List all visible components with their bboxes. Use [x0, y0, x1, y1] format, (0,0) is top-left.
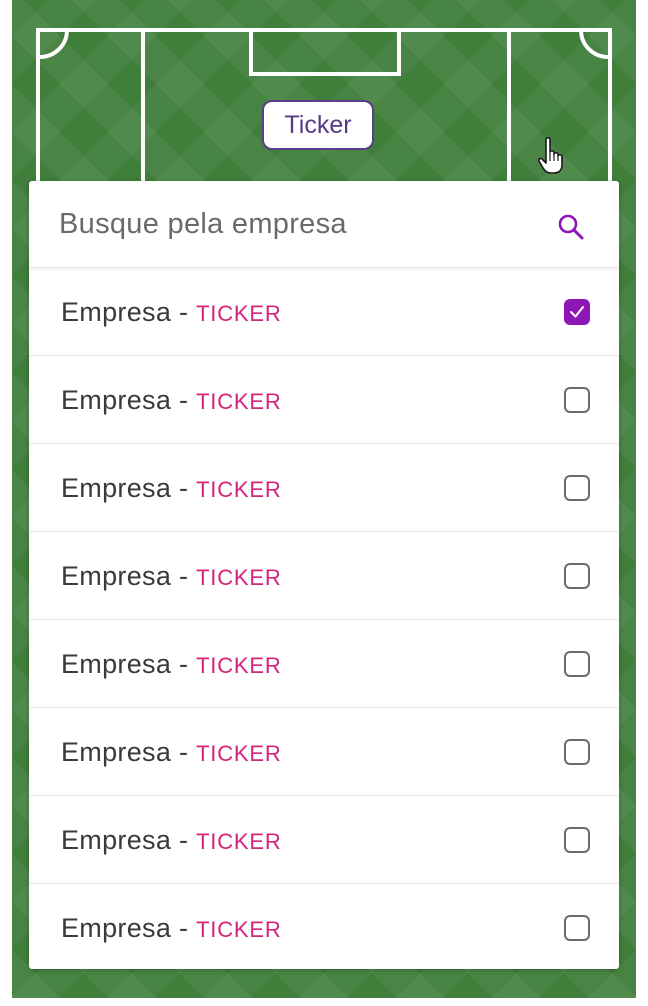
company-label: Empresa - TICKER — [61, 532, 282, 622]
checkmark-icon — [570, 306, 584, 318]
company-separator: - — [178, 297, 189, 327]
company-list-item[interactable]: Empresa - TICKER — [29, 532, 619, 620]
ticker-chip[interactable]: Ticker — [262, 100, 374, 150]
company-label: Empresa - TICKER — [61, 268, 282, 358]
company-name: Empresa — [61, 385, 172, 415]
company-picker-panel: Empresa - TICKEREmpresa - TICKEREmpresa … — [29, 181, 619, 969]
hand-pointer-cursor — [538, 137, 563, 174]
company-name: Empresa — [61, 473, 172, 503]
company-list-item[interactable]: Empresa - TICKER — [29, 620, 619, 708]
company-ticker: TICKER — [196, 301, 282, 326]
checkbox[interactable] — [564, 827, 590, 853]
company-ticker: TICKER — [196, 829, 282, 854]
company-label: Empresa - TICKER — [61, 884, 282, 969]
company-ticker: TICKER — [196, 477, 282, 502]
company-list-item[interactable]: Empresa - TICKER — [29, 884, 619, 969]
checkbox[interactable] — [564, 651, 590, 677]
checkbox-checked[interactable] — [564, 299, 590, 325]
company-list-item[interactable]: Empresa - TICKER — [29, 444, 619, 532]
company-name: Empresa — [61, 737, 172, 767]
checkbox[interactable] — [564, 387, 590, 413]
company-name: Empresa — [61, 561, 172, 591]
company-list: Empresa - TICKER Empresa - TICKER Empresa … — [29, 268, 619, 969]
company-separator: - — [178, 825, 189, 855]
company-list-item[interactable]: Empresa - TICKER — [29, 268, 619, 356]
company-ticker: TICKER — [196, 653, 282, 678]
company-ticker: TICKER — [196, 565, 282, 590]
company-separator: - — [178, 649, 189, 679]
company-separator: - — [178, 561, 189, 591]
company-list-item[interactable]: Empresa - TICKER — [29, 796, 619, 884]
company-separator: - — [178, 473, 189, 503]
checkbox[interactable] — [564, 563, 590, 589]
company-label: Empresa - TICKER — [61, 444, 282, 534]
company-label: Empresa - TICKER — [61, 620, 282, 710]
company-label: Empresa - TICKER — [61, 796, 282, 886]
company-list-item[interactable]: Empresa - TICKER — [29, 356, 619, 444]
company-name: Empresa — [61, 649, 172, 679]
company-ticker: TICKER — [196, 741, 282, 766]
company-list-item[interactable]: Empresa - TICKER — [29, 708, 619, 796]
company-name: Empresa — [61, 913, 172, 943]
company-separator: - — [178, 737, 189, 767]
company-ticker: TICKER — [196, 917, 282, 942]
checkbox[interactable] — [564, 915, 590, 941]
checkbox[interactable] — [564, 475, 590, 501]
search-icon[interactable] — [557, 213, 585, 246]
search-input[interactable] — [59, 181, 529, 267]
company-label: Empresa - TICKER — [61, 708, 282, 798]
company-separator: - — [178, 913, 189, 943]
checkbox[interactable] — [564, 739, 590, 765]
company-name: Empresa — [61, 297, 172, 327]
company-label: Empresa - TICKER — [61, 356, 282, 446]
company-ticker: TICKER — [196, 389, 282, 414]
company-separator: - — [178, 385, 189, 415]
company-name: Empresa — [61, 825, 172, 855]
search-bar — [29, 181, 619, 268]
